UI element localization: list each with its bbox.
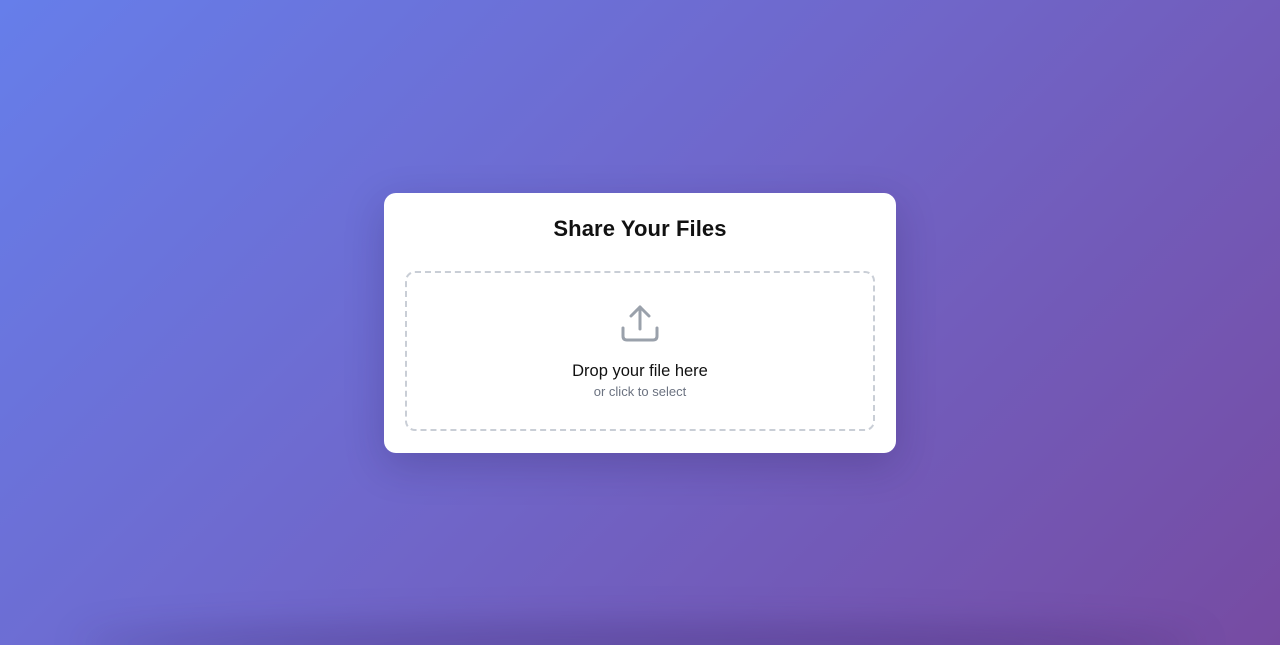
page-title: Share Your Files: [553, 216, 727, 241]
upload-card: Share Your Files Drop your file here or …: [384, 193, 896, 453]
drop-primary-text: Drop your file here: [572, 362, 708, 380]
file-drop-zone[interactable]: Drop your file here or click to select: [405, 271, 875, 431]
upload-icon: [621, 305, 659, 342]
drop-secondary-text: or click to select: [593, 384, 687, 399]
background-shadow: [80, 625, 1200, 645]
